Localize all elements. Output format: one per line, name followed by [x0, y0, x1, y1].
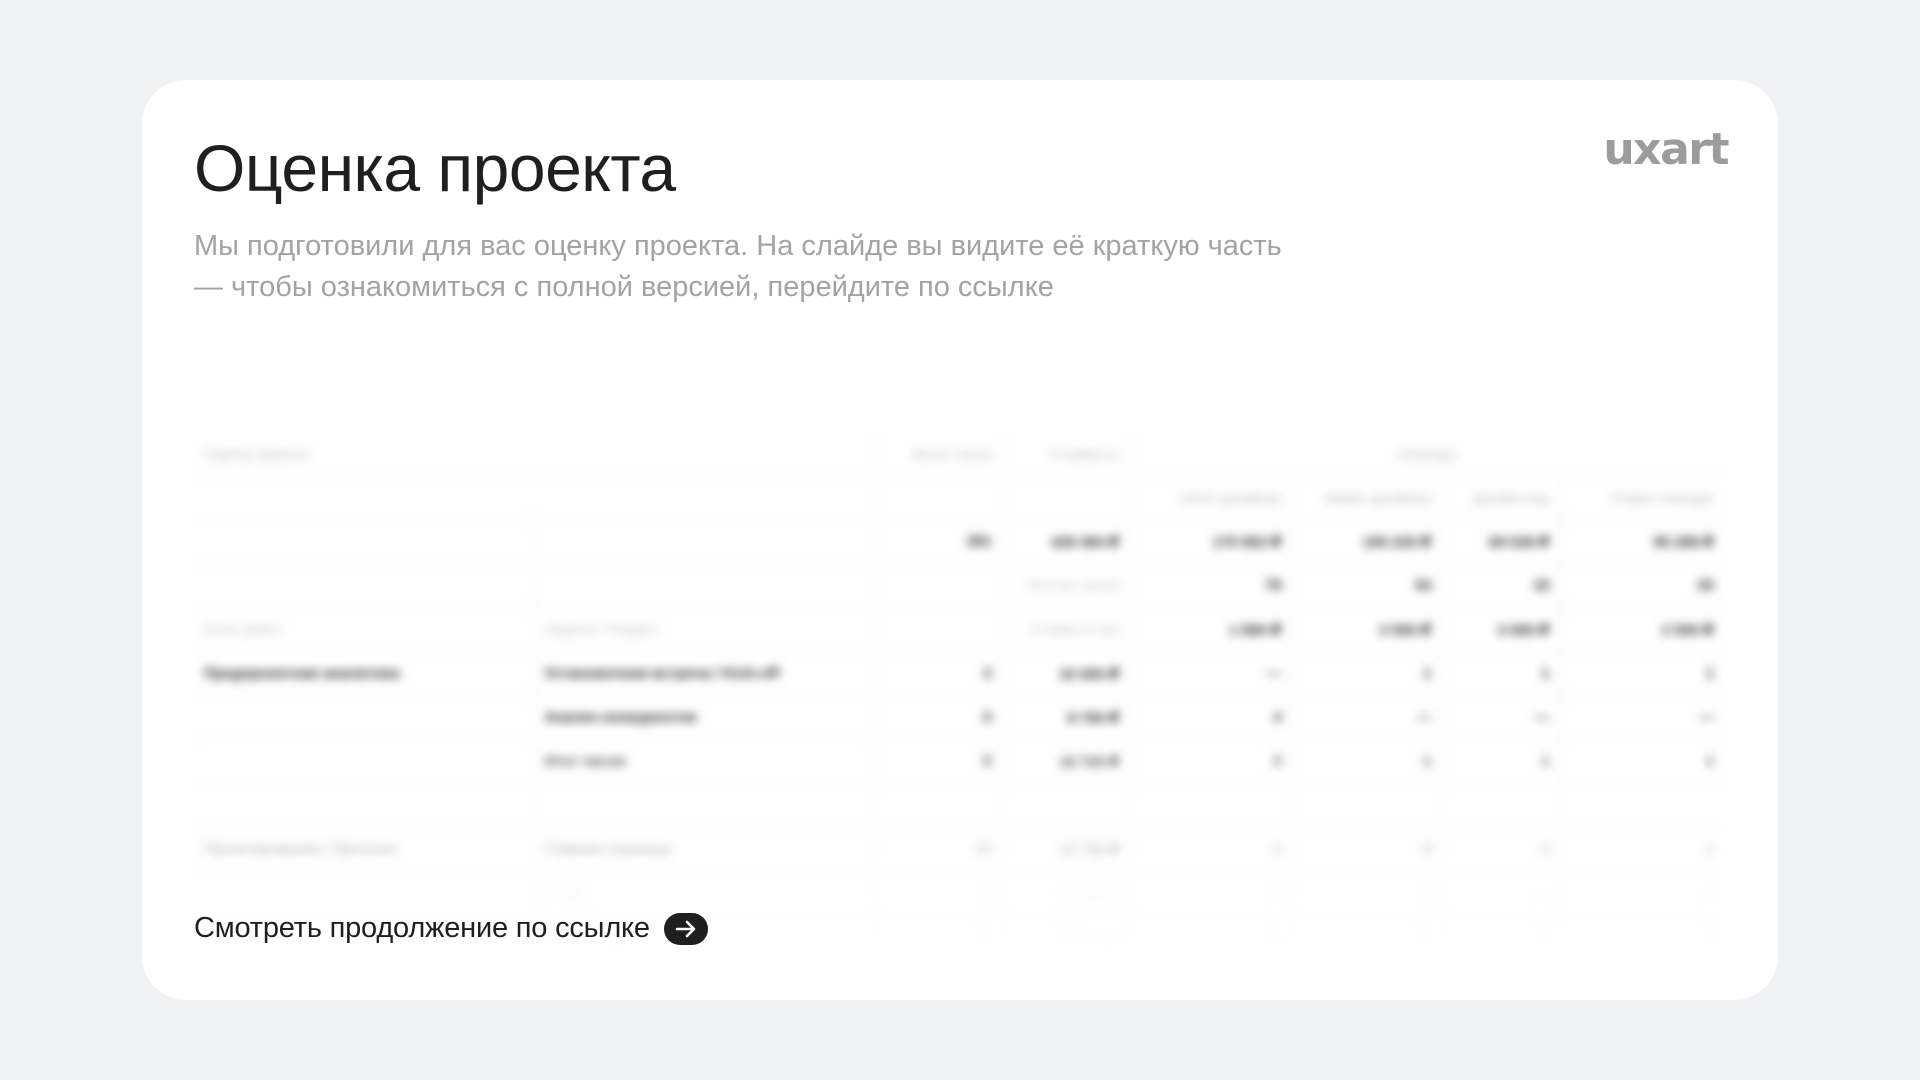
row-cost: 12 000 ₽ — [1002, 871, 1131, 916]
table-role-hours-row: Кол-во часов 78 54 19 20 — [194, 563, 1725, 608]
row-role-value: 1 — [1560, 651, 1725, 696]
row-task: О нас — [534, 871, 875, 916]
row-role-value: 1 — [1442, 915, 1561, 960]
role-rate: 2 500 ₽ — [1292, 607, 1443, 652]
row-cost: 12 222 ₽ — [1002, 915, 1131, 960]
role-header: Дизайн-лид — [1442, 475, 1561, 520]
role-total-cost: 69 528 ₽ — [1442, 519, 1561, 564]
uxart-logo: uxart — [1603, 124, 1729, 175]
header-hours: Всего часов — [874, 432, 1003, 476]
row-block — [194, 871, 535, 916]
row-hours: 3 — [874, 651, 1003, 696]
role-total-cost: 95 289 ₽ — [1560, 519, 1725, 564]
row-task: Итог часов — [534, 739, 875, 784]
row-role-value: 1 — [1130, 915, 1293, 960]
row-hours: 5 — [874, 695, 1003, 740]
row-role-value: 1 — [1560, 915, 1725, 960]
row-hours: 4 — [874, 915, 1003, 960]
row-block — [194, 739, 535, 784]
row-role-value: 1 — [1292, 651, 1443, 696]
table-roles-row: UI/UX дизайнер Mobile дизайнер Дизайн-ли… — [194, 475, 1725, 520]
header-cost: Стоимость — [1002, 432, 1131, 476]
role-header: Mobile дизайнер — [1292, 475, 1443, 520]
role-hours-label: Кол-во часов — [1002, 563, 1131, 608]
header-project: Оценка проекта — [194, 432, 875, 476]
table-rates-row: Блок работ Задача / Раздел Ставка в час … — [194, 607, 1725, 652]
row-role-value: 1 — [1292, 871, 1443, 916]
table-row — [194, 783, 1725, 828]
row-role-value: — — [1292, 695, 1443, 740]
row-role-value: — — [1130, 651, 1293, 696]
row-role-value: 8 — [1292, 827, 1443, 872]
page-title: Оценка проекта — [194, 131, 676, 205]
role-total-cost: 150 225 ₽ — [1292, 519, 1443, 564]
table-totals-row: 391 439 484 ₽ 175 952 ₽ 150 225 ₽ 69 528… — [194, 519, 1725, 564]
view-continuation-label[interactable]: Смотреть продолжение по ссылке — [194, 912, 650, 945]
total-hours: 391 — [874, 519, 1003, 564]
row-role-value: 4 — [1130, 827, 1293, 872]
row-role-value: — — [1560, 695, 1725, 740]
role-header: UI/UX дизайнер — [1130, 475, 1293, 520]
row-role-value: 1 — [1442, 651, 1561, 696]
block-column-header: Блок работ — [194, 607, 535, 652]
row-hours: 15 — [874, 827, 1003, 872]
row-task: Главная страница — [534, 827, 875, 872]
row-cost: 8 700 ₽ — [1002, 695, 1131, 740]
row-role-value: 1 — [1560, 739, 1725, 784]
row-role-value: 4 — [1130, 695, 1293, 740]
table-row: Предпроектная аналитика Установочная вст… — [194, 651, 1725, 696]
project-estimate-card: Оценка проекта Мы подготовили для вас оц… — [142, 80, 1778, 1000]
row-cost: 18 700 ₽ — [1002, 739, 1131, 784]
page-subtitle: Мы подготовили для вас оценку проекта. Н… — [194, 230, 1282, 303]
role-hours: 78 — [1130, 563, 1293, 608]
arrow-right-icon[interactable] — [663, 912, 708, 945]
row-role-value: 4 — [1130, 871, 1293, 916]
role-rate: 3 000 ₽ — [1442, 607, 1561, 652]
row-role-value: — — [1442, 695, 1561, 740]
row-role-value: 1 — [1560, 827, 1725, 872]
row-role-value: 1 — [1292, 915, 1443, 960]
row-block — [194, 695, 535, 740]
total-cost: 439 484 ₽ — [1002, 519, 1131, 564]
estimate-table: Оценка проекта Всего часов Стоимость Ком… — [194, 432, 1725, 960]
role-rate: 1 800 ₽ — [1130, 607, 1293, 652]
role-rate: 2 500 ₽ — [1560, 607, 1725, 652]
view-continuation-link[interactable]: Смотреть продолжение по ссылке — [194, 912, 708, 945]
row-block: Предпроектная аналитика — [194, 651, 535, 696]
role-hours: 19 — [1442, 563, 1561, 608]
row-block: Проектирование | Прототип — [194, 827, 535, 872]
row-role-value: 1 — [1442, 739, 1561, 784]
role-total-cost: 175 952 ₽ — [1130, 519, 1293, 564]
row-task: Анализ конкурентов — [534, 695, 875, 740]
row-role-value: 1 — [1560, 871, 1725, 916]
row-role-value: 1 — [1292, 739, 1443, 784]
role-hours: 54 — [1292, 563, 1443, 608]
row-cost: 37 750 ₽ — [1002, 827, 1131, 872]
page-background: Оценка проекта Мы подготовили для вас оц… — [0, 0, 1920, 1080]
blurred-estimate-table-preview: Оценка проекта Всего часов Стоимость Ком… — [194, 432, 1725, 960]
rate-label: Ставка в час — [1002, 607, 1131, 652]
row-task: Установочная встреча / Kick-off — [534, 651, 875, 696]
table-row: Итог часов 8 18 700 ₽ 3 1 1 1 — [194, 739, 1725, 784]
header-team: Команда — [1130, 432, 1725, 476]
table-row: Проектирование | Прототип Главная страни… — [194, 827, 1725, 872]
table-header-row: Оценка проекта Всего часов Стоимость Ком… — [194, 432, 1725, 476]
table-row: О нас 4 12 000 ₽ 4 1 — 1 — [194, 871, 1725, 916]
role-header: Project manager — [1560, 475, 1725, 520]
row-hours: 8 — [874, 739, 1003, 784]
row-role-value: 3 — [1130, 739, 1293, 784]
task-column-header: Задача / Раздел — [534, 607, 875, 652]
table-row: Анализ конкурентов 5 8 700 ₽ 4 — — — — [194, 695, 1725, 740]
row-cost: 10 000 ₽ — [1002, 651, 1131, 696]
row-hours: 4 — [874, 871, 1003, 916]
row-role-value: 2 — [1442, 827, 1561, 872]
row-role-value: — — [1442, 871, 1561, 916]
role-hours: 20 — [1560, 563, 1725, 608]
